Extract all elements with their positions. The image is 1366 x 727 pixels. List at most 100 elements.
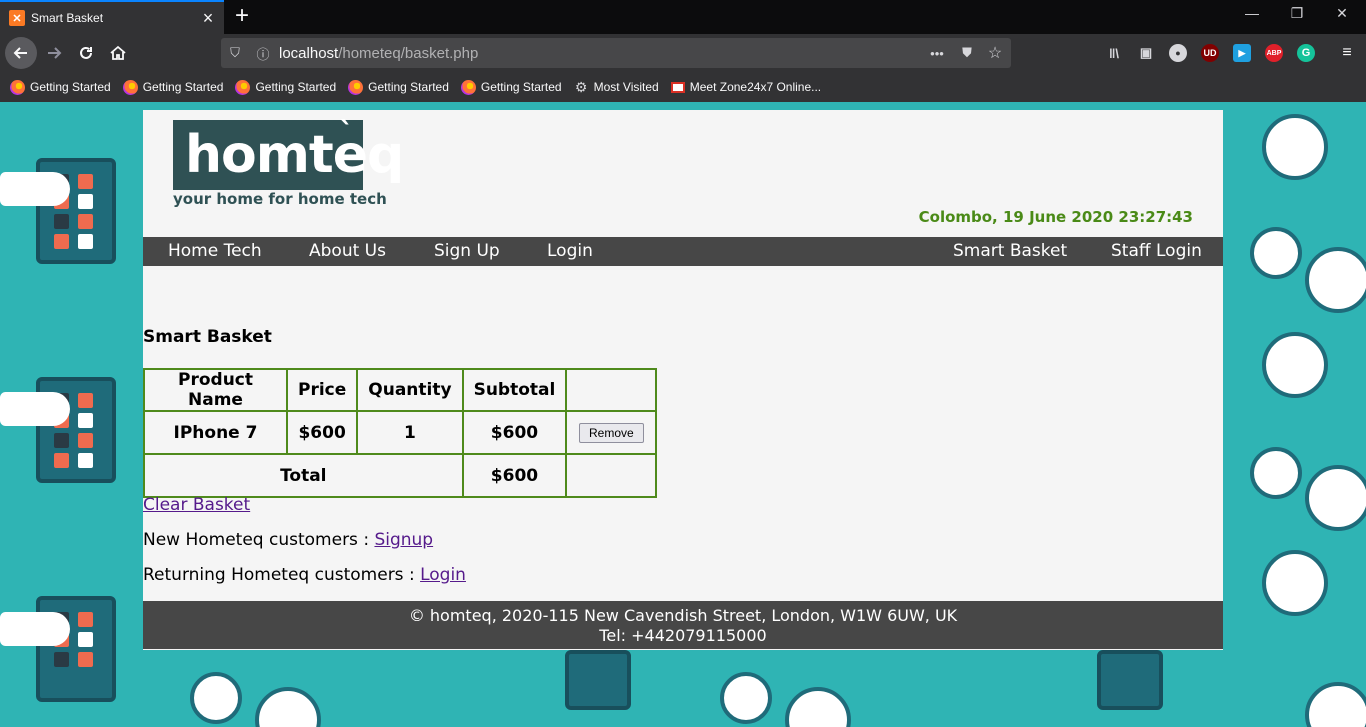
new-customers-line: New Hometeq customers : Signup [143, 530, 433, 550]
xampp-icon: ✕ [9, 10, 25, 26]
wifi-circle-illustration [1262, 332, 1328, 398]
reload-icon [80, 46, 92, 59]
cloud-circle-illustration [1305, 682, 1366, 727]
bookmark-label: Getting Started [142, 80, 224, 94]
gamepad-circle-illustration [1250, 227, 1302, 279]
footer-address: © homteq, 2020-115 New Cavendish Street,… [408, 606, 958, 625]
tablet-illustration [1097, 650, 1163, 710]
firefox-icon [122, 79, 138, 95]
total-row: Total $600 [143, 453, 658, 498]
clear-basket-link[interactable]: Clear Basket [143, 495, 250, 515]
bookmark-label: Getting Started [30, 80, 111, 94]
close-window-icon[interactable]: ✕ [1322, 5, 1362, 22]
firefox-icon [235, 79, 251, 95]
cloud-circle-illustration [1305, 247, 1366, 313]
quantity-cell: 1 [356, 410, 464, 455]
site-tagline: your home for home tech [173, 190, 387, 208]
page-container: homteq ` your home for home tech Colombo… [143, 110, 1223, 650]
column-header: Quantity [356, 368, 464, 412]
bookmark-label: Most Visited [593, 80, 659, 94]
main-nav: Home Tech About Us Sign Up Login Smart B… [143, 237, 1223, 266]
back-button[interactable] [5, 37, 37, 69]
returning-customers-text: Returning Hometeq customers : [143, 565, 421, 585]
url-bar[interactable]: ⛉ ⓘ localhost/hometeq/basket.php ••• ⛊ ☆ [221, 38, 1011, 68]
column-header: Product Name [143, 368, 288, 412]
location-datetime: Colombo, 19 June 2020 23:27:43 [918, 208, 1193, 226]
adblock-plus-icon[interactable]: ABP [1265, 44, 1283, 62]
bookmark-meet[interactable]: Meet Zone24x7 Online... [670, 80, 821, 94]
tab-title: Smart Basket [31, 11, 104, 25]
table-row: IPhone 7 $600 1 $600 Remove [143, 410, 658, 455]
bookmark-item[interactable]: Getting Started [460, 79, 562, 95]
login-link[interactable]: Login [420, 565, 466, 585]
active-tab[interactable]: ✕ Smart Basket × [0, 0, 224, 34]
page-actions-icon[interactable]: ••• [929, 45, 945, 61]
gamepad-circle-illustration [190, 672, 242, 724]
tab-strip: ✕ Smart Basket × + — ❐ ✕ [0, 0, 1366, 34]
shield-icon[interactable]: ⛉ [227, 45, 243, 61]
grammarly-icon[interactable]: G [1297, 44, 1315, 62]
url-path: /hometeq/basket.php [338, 44, 479, 62]
bookmark-most-visited[interactable]: ⚙ Most Visited [574, 78, 659, 95]
bookmark-item[interactable]: Getting Started [348, 79, 449, 95]
new-customers-text: New Hometeq customers : [143, 530, 375, 550]
bookmark-label: Getting Started [480, 80, 562, 94]
gmail-icon [670, 81, 685, 93]
close-tab-icon[interactable]: × [196, 8, 220, 29]
empty-cell [565, 453, 658, 498]
nav-staff-login[interactable]: Staff Login [1111, 241, 1202, 261]
bookmark-label: Getting Started [255, 80, 337, 94]
new-tab-button[interactable]: + [228, 3, 256, 31]
bookmarks-toolbar: Getting Started Getting Started Getting … [0, 72, 1366, 102]
hand-illustration [0, 392, 70, 426]
signup-link[interactable]: Signup [374, 530, 433, 550]
library-icon[interactable]: ‖\ [1105, 44, 1123, 62]
sidebar-icon[interactable]: ▣ [1137, 44, 1155, 62]
nav-smart-basket[interactable]: Smart Basket [953, 241, 1067, 261]
pocket-icon[interactable]: ⛊ [959, 45, 975, 61]
hamburger-menu-icon[interactable]: ≡ [1338, 44, 1356, 62]
price-cell: $600 [285, 410, 359, 455]
reload-button[interactable] [71, 39, 101, 67]
site-logo[interactable]: homteq [173, 120, 404, 190]
basket-table: Product Name Price Quantity Subtotal IPh… [143, 368, 658, 498]
nav-login[interactable]: Login [547, 241, 593, 261]
cloud-circle-illustration [255, 687, 321, 727]
logo-tick: ` [339, 116, 354, 151]
footer-phone: Tel: +442079115000 [599, 626, 767, 645]
firefox-icon [460, 79, 476, 95]
ublock-icon[interactable]: UD [1201, 44, 1219, 62]
gamepad-circle-illustration [1250, 447, 1302, 499]
product-name-cell: IPhone 7 [143, 410, 288, 455]
total-label: Total [143, 453, 464, 498]
remove-button[interactable]: Remove [578, 423, 644, 443]
gear-icon: ⚙ [574, 78, 588, 95]
info-icon[interactable]: ⓘ [255, 45, 271, 62]
firefox-icon [10, 79, 25, 95]
home-button[interactable] [103, 39, 133, 67]
navigation-toolbar: ⛉ ⓘ localhost/hometeq/basket.php ••• ⛊ ☆… [0, 34, 1366, 72]
column-header [565, 368, 658, 412]
bookmark-star-icon[interactable]: ☆ [987, 45, 1003, 62]
forward-button[interactable] [39, 39, 69, 67]
restore-window-icon[interactable]: ❐ [1277, 5, 1317, 22]
minimize-window-icon[interactable]: — [1232, 5, 1272, 21]
screenshot-extension-icon[interactable]: ▶ [1233, 44, 1251, 62]
subtotal-cell: $600 [461, 410, 568, 455]
account-icon[interactable]: ● [1169, 44, 1187, 62]
table-header-row: Product Name Price Quantity Subtotal [143, 368, 658, 412]
hand-illustration [0, 612, 70, 646]
column-header: Price [285, 368, 359, 412]
bookmark-item[interactable]: Getting Started [122, 79, 224, 95]
forward-arrow-icon [48, 47, 62, 59]
home-icon [110, 45, 126, 60]
nav-about-us[interactable]: About Us [309, 241, 386, 261]
url-text[interactable]: localhost/hometeq/basket.php [279, 45, 478, 62]
page-viewport: homteq ` your home for home tech Colombo… [0, 102, 1366, 727]
nav-home-tech[interactable]: Home Tech [168, 241, 262, 261]
nav-sign-up[interactable]: Sign Up [434, 241, 500, 261]
clear-basket-line: Clear Basket [143, 495, 250, 515]
bookmark-item[interactable]: Getting Started [10, 79, 111, 95]
column-header: Subtotal [461, 368, 568, 412]
bookmark-item[interactable]: Getting Started [235, 79, 337, 95]
